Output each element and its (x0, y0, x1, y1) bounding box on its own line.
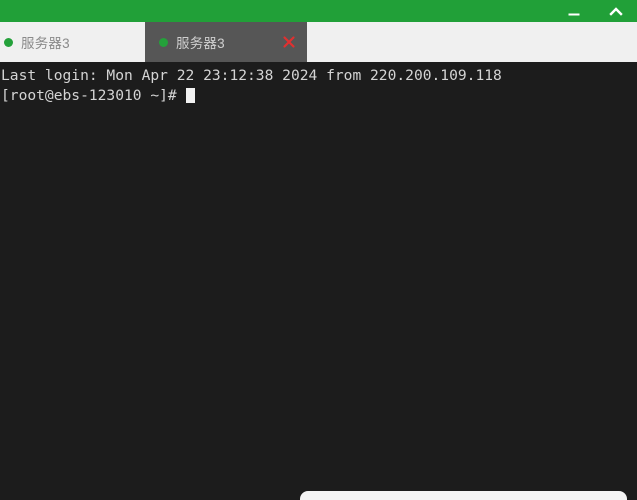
minimize-button[interactable] (553, 0, 595, 22)
terminal-line-prompt: [root@ebs-123010 ~]# (1, 86, 637, 106)
window-controls (553, 0, 637, 22)
terminal-output: Last login: Mon Apr 22 23:12:38 2024 fro… (0, 62, 637, 105)
tab-server-1[interactable]: 服务器3 (0, 22, 145, 62)
tab-label: 服务器3 (176, 36, 225, 51)
terminal-application-window: 服务器3 服务器3 Last login: Mon Apr 22 23:12:3… (0, 0, 637, 500)
connection-status-dot-icon (4, 37, 13, 47)
close-icon (609, 7, 623, 16)
terminal-line-login: Last login: Mon Apr 22 23:12:38 2024 fro… (1, 67, 502, 84)
close-icon (283, 36, 295, 48)
terminal-screen[interactable]: Last login: Mon Apr 22 23:12:38 2024 fro… (0, 62, 637, 500)
tab-close-button[interactable] (281, 34, 297, 50)
shell-prompt: [root@ebs-123010 ~]# (1, 86, 177, 104)
minimize-icon (568, 13, 580, 16)
tab-bar: 服务器3 服务器3 (0, 22, 637, 62)
terminal-cursor (185, 87, 195, 103)
window-title-bar (0, 0, 637, 22)
background-panel[interactable] (300, 491, 627, 500)
connection-status-dot-icon (159, 37, 168, 47)
tab-server-2[interactable]: 服务器3 (145, 22, 307, 62)
close-button[interactable] (595, 0, 637, 22)
tab-label: 服务器3 (21, 36, 70, 51)
